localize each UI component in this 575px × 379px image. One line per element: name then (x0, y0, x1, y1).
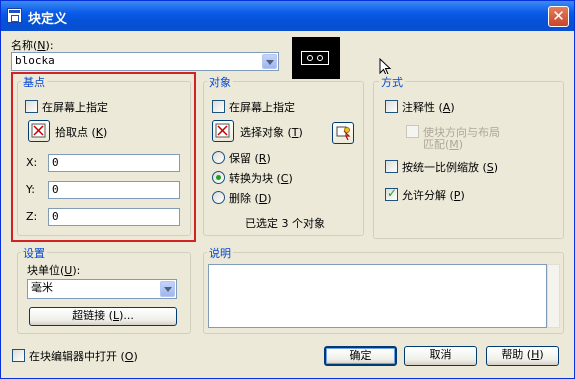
pick-point-label[interactable]: 拾取点 (K) (55, 124, 107, 140)
block-unit-label: 块单位(U): (27, 264, 81, 277)
ok-button[interactable]: 确定 (324, 346, 397, 366)
settings-title: 设置 (21, 245, 47, 261)
objects-on-screen-checkbox[interactable] (212, 100, 225, 113)
retain-label: 保留 (R) (229, 152, 271, 165)
block-unit-value: 毫米 (31, 281, 53, 294)
name-combobox[interactable]: blocka (11, 52, 279, 71)
select-objects-label[interactable]: 选择对象 (T) (240, 124, 303, 140)
match-orientation-label-2: 匹配(M) (423, 138, 464, 151)
help-button[interactable]: 帮助 (H) (486, 346, 559, 366)
allow-explode-label: 允许分解 (P) (402, 189, 465, 202)
select-objects-icon (215, 123, 230, 138)
description-title: 说明 (207, 245, 233, 261)
z-coordinate-input[interactable]: 0 (48, 208, 180, 226)
y-coordinate-input[interactable]: 0 (48, 181, 180, 199)
preview-shape (301, 51, 329, 65)
select-objects-button[interactable] (212, 120, 234, 142)
behavior-title: 方式 (379, 74, 405, 90)
base-on-screen-checkbox[interactable] (25, 100, 38, 113)
x-label: X: (26, 156, 38, 169)
delete-label: 删除 (D) (229, 192, 272, 205)
hyperlink-button[interactable]: 超链接 (L)... (29, 307, 177, 326)
match-orientation-checkbox[interactable] (406, 125, 419, 138)
convert-to-block-radio[interactable] (212, 171, 225, 184)
y-label: Y: (26, 183, 35, 196)
scale-uniformly-label: 按统一比例缩放 (S) (402, 161, 499, 174)
delete-radio[interactable] (212, 191, 225, 204)
block-preview (292, 37, 340, 79)
window-title: 块定义 (28, 12, 68, 27)
chevron-down-icon[interactable] (262, 54, 277, 69)
title-bar[interactable]: 块定义 ✕ (1, 1, 574, 31)
quick-select-button[interactable] (332, 122, 354, 144)
description-textarea[interactable] (208, 264, 547, 328)
scale-uniformly-checkbox[interactable] (385, 160, 398, 173)
open-in-editor-checkbox[interactable] (12, 349, 25, 362)
block-definition-dialog: 块定义 ✕ 名称(N): blocka 基点 在屏幕上指定 拾取点 (K) X:… (0, 0, 575, 379)
name-label: 名称(N): (11, 39, 54, 52)
pick-point-icon (31, 123, 46, 138)
objects-on-screen-label: 在屏幕上指定 (229, 101, 295, 114)
name-value: blocka (15, 54, 55, 67)
annotative-checkbox[interactable] (385, 100, 398, 113)
chevron-down-icon[interactable] (160, 281, 175, 297)
retain-radio[interactable] (212, 151, 225, 164)
base-on-screen-label: 在屏幕上指定 (42, 101, 108, 114)
annotative-label: 注释性 (A) (402, 101, 455, 114)
selected-count: 已选定 3 个对象 (245, 217, 325, 230)
window-icon (7, 8, 22, 23)
block-unit-select[interactable]: 毫米 (27, 279, 177, 299)
description-scrollbar[interactable] (547, 264, 560, 328)
cancel-button[interactable]: 取消 (404, 346, 477, 366)
pick-point-button[interactable] (28, 120, 50, 142)
close-button[interactable]: ✕ (548, 6, 569, 27)
open-in-editor-label: 在块编辑器中打开 (O) (29, 350, 138, 363)
z-label: Z: (26, 210, 38, 223)
x-coordinate-input[interactable]: 0 (48, 154, 180, 172)
convert-to-block-label: 转换为块 (C) (229, 172, 293, 185)
quick-select-icon (336, 126, 351, 141)
allow-explode-checkbox[interactable] (385, 186, 398, 201)
objects-title: 对象 (207, 74, 233, 90)
